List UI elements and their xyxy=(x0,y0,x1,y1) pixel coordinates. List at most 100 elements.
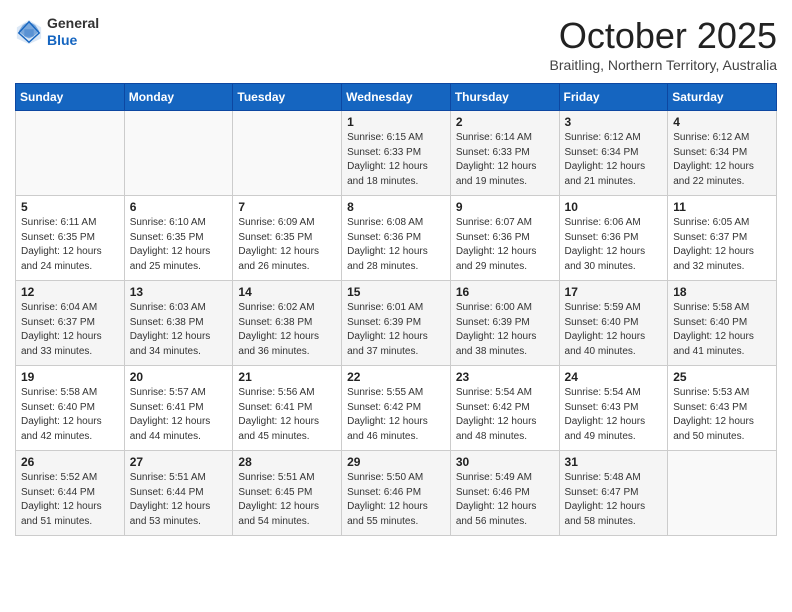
calendar-cell: 24 Sunrise: 5:54 AMSunset: 6:43 PMDaylig… xyxy=(559,366,668,451)
weekday-header-friday: Friday xyxy=(559,84,668,111)
calendar-cell: 18 Sunrise: 5:58 AMSunset: 6:40 PMDaylig… xyxy=(668,281,777,366)
calendar-cell: 9 Sunrise: 6:07 AMSunset: 6:36 PMDayligh… xyxy=(450,196,559,281)
calendar-cell: 23 Sunrise: 5:54 AMSunset: 6:42 PMDaylig… xyxy=(450,366,559,451)
day-info: Sunrise: 6:07 AMSunset: 6:36 PMDaylight:… xyxy=(456,217,537,272)
day-number: 6 xyxy=(130,200,228,214)
day-number: 14 xyxy=(238,285,336,299)
calendar-cell: 28 Sunrise: 5:51 AMSunset: 6:45 PMDaylig… xyxy=(233,451,342,536)
day-info: Sunrise: 5:52 AMSunset: 6:44 PMDaylight:… xyxy=(21,472,102,527)
calendar-cell: 1 Sunrise: 6:15 AMSunset: 6:33 PMDayligh… xyxy=(342,111,451,196)
day-info: Sunrise: 5:51 AMSunset: 6:44 PMDaylight:… xyxy=(130,472,211,527)
day-info: Sunrise: 5:54 AMSunset: 6:42 PMDaylight:… xyxy=(456,387,537,442)
calendar-cell: 11 Sunrise: 6:05 AMSunset: 6:37 PMDaylig… xyxy=(668,196,777,281)
day-info: Sunrise: 6:08 AMSunset: 6:36 PMDaylight:… xyxy=(347,217,428,272)
calendar-cell: 21 Sunrise: 5:56 AMSunset: 6:41 PMDaylig… xyxy=(233,366,342,451)
day-number: 25 xyxy=(673,370,771,384)
day-number: 29 xyxy=(347,455,445,469)
calendar-cell: 4 Sunrise: 6:12 AMSunset: 6:34 PMDayligh… xyxy=(668,111,777,196)
day-number: 15 xyxy=(347,285,445,299)
calendar-cell xyxy=(233,111,342,196)
weekday-header-tuesday: Tuesday xyxy=(233,84,342,111)
calendar-cell: 14 Sunrise: 6:02 AMSunset: 6:38 PMDaylig… xyxy=(233,281,342,366)
calendar-week-row: 1 Sunrise: 6:15 AMSunset: 6:33 PMDayligh… xyxy=(16,111,777,196)
calendar-cell: 13 Sunrise: 6:03 AMSunset: 6:38 PMDaylig… xyxy=(124,281,233,366)
calendar-week-row: 12 Sunrise: 6:04 AMSunset: 6:37 PMDaylig… xyxy=(16,281,777,366)
location-title: Braitling, Northern Territory, Australia xyxy=(550,57,777,73)
day-info: Sunrise: 6:15 AMSunset: 6:33 PMDaylight:… xyxy=(347,132,428,187)
day-number: 12 xyxy=(21,285,119,299)
calendar-cell: 3 Sunrise: 6:12 AMSunset: 6:34 PMDayligh… xyxy=(559,111,668,196)
weekday-header-saturday: Saturday xyxy=(668,84,777,111)
day-info: Sunrise: 6:11 AMSunset: 6:35 PMDaylight:… xyxy=(21,217,102,272)
logo-general-text: General xyxy=(47,15,99,31)
calendar-cell: 19 Sunrise: 5:58 AMSunset: 6:40 PMDaylig… xyxy=(16,366,125,451)
weekday-header-thursday: Thursday xyxy=(450,84,559,111)
day-number: 26 xyxy=(21,455,119,469)
day-number: 21 xyxy=(238,370,336,384)
day-info: Sunrise: 6:04 AMSunset: 6:37 PMDaylight:… xyxy=(21,302,102,357)
day-number: 27 xyxy=(130,455,228,469)
calendar-cell: 30 Sunrise: 5:49 AMSunset: 6:46 PMDaylig… xyxy=(450,451,559,536)
day-info: Sunrise: 6:06 AMSunset: 6:36 PMDaylight:… xyxy=(565,217,646,272)
day-number: 17 xyxy=(565,285,663,299)
day-info: Sunrise: 5:55 AMSunset: 6:42 PMDaylight:… xyxy=(347,387,428,442)
calendar-cell: 22 Sunrise: 5:55 AMSunset: 6:42 PMDaylig… xyxy=(342,366,451,451)
day-number: 3 xyxy=(565,115,663,129)
calendar-week-row: 19 Sunrise: 5:58 AMSunset: 6:40 PMDaylig… xyxy=(16,366,777,451)
calendar-cell xyxy=(124,111,233,196)
day-number: 11 xyxy=(673,200,771,214)
day-number: 31 xyxy=(565,455,663,469)
day-info: Sunrise: 5:51 AMSunset: 6:45 PMDaylight:… xyxy=(238,472,319,527)
day-info: Sunrise: 6:10 AMSunset: 6:35 PMDaylight:… xyxy=(130,217,211,272)
logo-icon xyxy=(15,18,43,46)
day-info: Sunrise: 5:54 AMSunset: 6:43 PMDaylight:… xyxy=(565,387,646,442)
day-info: Sunrise: 5:48 AMSunset: 6:47 PMDaylight:… xyxy=(565,472,646,527)
day-number: 22 xyxy=(347,370,445,384)
calendar-cell: 10 Sunrise: 6:06 AMSunset: 6:36 PMDaylig… xyxy=(559,196,668,281)
day-number: 28 xyxy=(238,455,336,469)
day-number: 7 xyxy=(238,200,336,214)
day-number: 19 xyxy=(21,370,119,384)
calendar-cell: 6 Sunrise: 6:10 AMSunset: 6:35 PMDayligh… xyxy=(124,196,233,281)
day-info: Sunrise: 6:05 AMSunset: 6:37 PMDaylight:… xyxy=(673,217,754,272)
calendar-cell: 7 Sunrise: 6:09 AMSunset: 6:35 PMDayligh… xyxy=(233,196,342,281)
calendar-cell: 12 Sunrise: 6:04 AMSunset: 6:37 PMDaylig… xyxy=(16,281,125,366)
day-number: 16 xyxy=(456,285,554,299)
weekday-header-sunday: Sunday xyxy=(16,84,125,111)
month-title: October 2025 xyxy=(550,15,777,57)
calendar-cell: 16 Sunrise: 6:00 AMSunset: 6:39 PMDaylig… xyxy=(450,281,559,366)
title-block: October 2025 Braitling, Northern Territo… xyxy=(550,15,777,73)
weekday-header-monday: Monday xyxy=(124,84,233,111)
day-number: 8 xyxy=(347,200,445,214)
day-info: Sunrise: 6:09 AMSunset: 6:35 PMDaylight:… xyxy=(238,217,319,272)
calendar-cell: 5 Sunrise: 6:11 AMSunset: 6:35 PMDayligh… xyxy=(16,196,125,281)
day-info: Sunrise: 5:53 AMSunset: 6:43 PMDaylight:… xyxy=(673,387,754,442)
day-info: Sunrise: 5:58 AMSunset: 6:40 PMDaylight:… xyxy=(673,302,754,357)
calendar-cell: 20 Sunrise: 5:57 AMSunset: 6:41 PMDaylig… xyxy=(124,366,233,451)
page-header: General Blue October 2025 Braitling, Nor… xyxy=(15,15,777,73)
day-number: 2 xyxy=(456,115,554,129)
day-info: Sunrise: 5:56 AMSunset: 6:41 PMDaylight:… xyxy=(238,387,319,442)
day-number: 30 xyxy=(456,455,554,469)
calendar-cell: 2 Sunrise: 6:14 AMSunset: 6:33 PMDayligh… xyxy=(450,111,559,196)
weekday-header-wednesday: Wednesday xyxy=(342,84,451,111)
day-number: 20 xyxy=(130,370,228,384)
calendar-table: SundayMondayTuesdayWednesdayThursdayFrid… xyxy=(15,83,777,536)
day-info: Sunrise: 6:12 AMSunset: 6:34 PMDaylight:… xyxy=(565,132,646,187)
day-number: 24 xyxy=(565,370,663,384)
day-number: 13 xyxy=(130,285,228,299)
day-info: Sunrise: 6:01 AMSunset: 6:39 PMDaylight:… xyxy=(347,302,428,357)
day-info: Sunrise: 5:50 AMSunset: 6:46 PMDaylight:… xyxy=(347,472,428,527)
day-number: 4 xyxy=(673,115,771,129)
calendar-cell: 29 Sunrise: 5:50 AMSunset: 6:46 PMDaylig… xyxy=(342,451,451,536)
calendar-cell xyxy=(668,451,777,536)
day-number: 9 xyxy=(456,200,554,214)
day-info: Sunrise: 6:03 AMSunset: 6:38 PMDaylight:… xyxy=(130,302,211,357)
calendar-cell: 26 Sunrise: 5:52 AMSunset: 6:44 PMDaylig… xyxy=(16,451,125,536)
day-number: 23 xyxy=(456,370,554,384)
calendar-cell: 15 Sunrise: 6:01 AMSunset: 6:39 PMDaylig… xyxy=(342,281,451,366)
day-number: 1 xyxy=(347,115,445,129)
logo-blue-text: Blue xyxy=(47,32,77,48)
day-info: Sunrise: 5:59 AMSunset: 6:40 PMDaylight:… xyxy=(565,302,646,357)
day-info: Sunrise: 6:12 AMSunset: 6:34 PMDaylight:… xyxy=(673,132,754,187)
